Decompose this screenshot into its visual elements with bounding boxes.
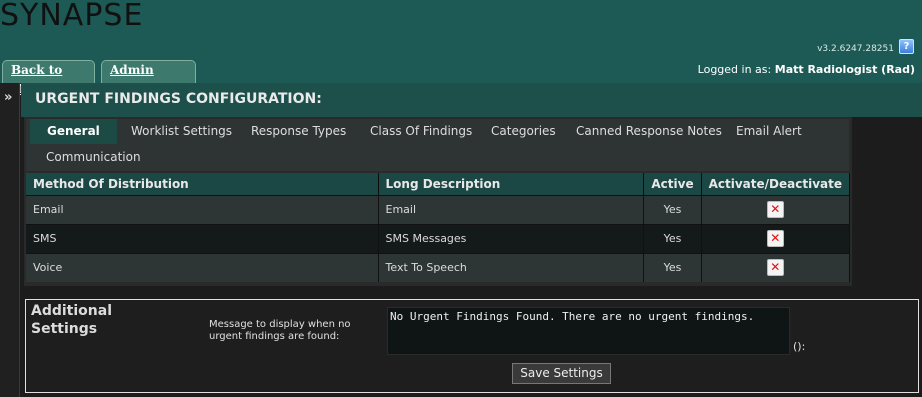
- config-panel: General Worklist Settings Response Types…: [24, 117, 852, 286]
- table-row[interactable]: SMS SMS Messages Yes ✕: [26, 223, 851, 253]
- help-icon[interactable]: ?: [899, 39, 914, 54]
- table-header-row: Method Of Distribution Long Description …: [26, 173, 851, 195]
- app-header: SYNAPSE® v3.2.6247.28251 ?: [0, 0, 922, 60]
- additional-settings-title: Additional Settings: [31, 303, 112, 337]
- no-findings-message-input[interactable]: No Urgent Findings Found. There are no u…: [387, 307, 790, 355]
- version-label: v3.2.6247.28251: [817, 44, 894, 54]
- description-cell: Text To Speech: [378, 252, 645, 282]
- tab-class-of-findings[interactable]: Class Of Findings: [354, 119, 488, 144]
- top-tab-bar: Back to Main Admin Home Logged in as: Ma…: [0, 60, 922, 96]
- tab-worklist-settings[interactable]: Worklist Settings: [115, 119, 248, 144]
- sub-tab-bar: General Worklist Settings Response Types…: [26, 119, 849, 171]
- description-cell: Email: [378, 194, 645, 224]
- tab-communication[interactable]: Communication: [30, 145, 157, 170]
- toggle-cell: ✕: [701, 252, 851, 282]
- method-cell: SMS: [26, 223, 379, 253]
- logged-in-status: Logged in as: Matt Radiologist (Rad): [698, 63, 915, 76]
- tab-categories[interactable]: Categories: [475, 119, 572, 144]
- tab-email-alert[interactable]: Email Alert: [720, 119, 818, 144]
- table-row[interactable]: Email Email Yes ✕: [26, 194, 851, 224]
- table-row[interactable]: Voice Text To Speech Yes ✕: [26, 252, 851, 282]
- save-settings-button[interactable]: Save Settings: [512, 363, 611, 384]
- column-header[interactable]: Long Description: [378, 173, 645, 195]
- delete-icon[interactable]: ✕: [766, 230, 784, 247]
- admin-home-tab[interactable]: Admin Home: [101, 60, 196, 96]
- logged-in-user: Matt Radiologist (Rad): [774, 63, 915, 76]
- distribution-table: Method Of Distribution Long Description …: [26, 173, 851, 282]
- tab-general[interactable]: General: [30, 119, 117, 144]
- page-title-bar: URGENT FINDINGS CONFIGURATION:: [21, 83, 922, 117]
- logged-in-prefix: Logged in as:: [697, 63, 772, 76]
- description-cell: SMS Messages: [378, 223, 645, 253]
- no-findings-message-label: Message to display when no urgent findin…: [209, 319, 351, 342]
- delete-icon[interactable]: ✕: [766, 259, 784, 277]
- method-cell: Voice: [26, 252, 379, 282]
- tab-response-types[interactable]: Response Types: [235, 119, 362, 144]
- column-header: Activate/Deactivate: [701, 173, 851, 195]
- active-cell: Yes: [643, 252, 702, 282]
- delete-icon[interactable]: ✕: [766, 201, 784, 218]
- active-cell: Yes: [643, 223, 702, 253]
- tab-canned-response-notes[interactable]: Canned Response Notes: [560, 119, 738, 144]
- additional-settings-box: Additional Settings Message to display w…: [25, 299, 919, 393]
- column-header[interactable]: Method Of Distribution: [26, 173, 379, 195]
- synapse-logo: SYNAPSE®: [0, 0, 152, 33]
- method-cell: Email: [26, 194, 379, 224]
- toggle-cell: ✕: [701, 194, 851, 224]
- message-suffix: ():: [793, 340, 806, 353]
- active-cell: Yes: [643, 194, 702, 224]
- column-header[interactable]: Active: [643, 173, 702, 195]
- page-title: URGENT FINDINGS CONFIGURATION:: [35, 91, 322, 107]
- back-to-main-tab[interactable]: Back to Main: [2, 60, 95, 96]
- left-sidebar: »: [0, 83, 20, 397]
- toggle-cell: ✕: [701, 223, 851, 253]
- expand-icon[interactable]: »: [4, 90, 12, 105]
